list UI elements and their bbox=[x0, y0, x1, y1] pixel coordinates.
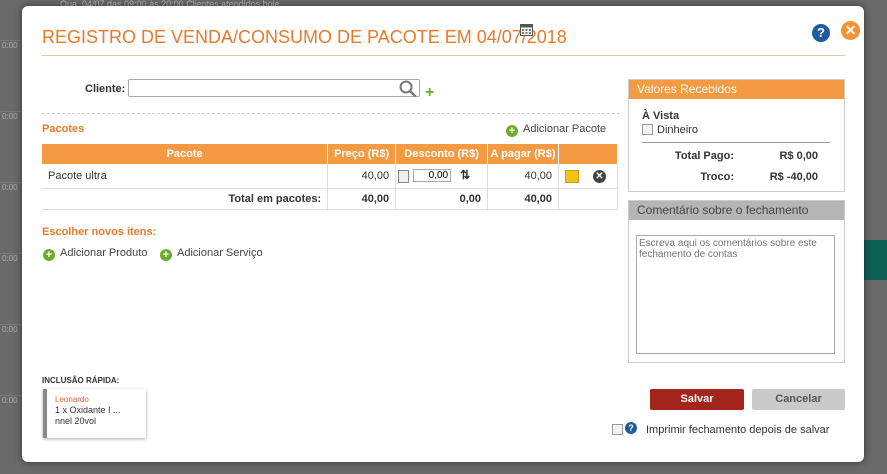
add-servico-label: Adicionar Serviço bbox=[177, 247, 263, 259]
a-vista-label: À Vista bbox=[642, 110, 680, 122]
quick-add-label: INCLUSÃO RÁPIDA: bbox=[42, 376, 120, 385]
backdrop-time: 0:00 bbox=[0, 40, 22, 111]
total-price: 40,00 bbox=[327, 188, 397, 210]
comentario-panel: Comentário sobre o fechamento bbox=[628, 200, 845, 363]
add-servico-button[interactable]: + Adicionar Serviço bbox=[160, 247, 263, 261]
sale-dialog: REGISTRO DE VENDA/CONSUMO DE PACOTE EM 0… bbox=[22, 6, 864, 462]
comentario-textarea[interactable] bbox=[636, 235, 835, 354]
backdrop-event-block bbox=[862, 240, 887, 280]
total-pago-value: R$ 0,00 bbox=[779, 150, 818, 162]
save-button[interactable]: Salvar bbox=[650, 389, 744, 410]
column-header bbox=[558, 144, 618, 164]
plus-icon: + bbox=[506, 125, 518, 137]
valores-divider bbox=[642, 142, 830, 143]
pacote-to-pay: 40,00 bbox=[487, 164, 559, 189]
quick-add-card[interactable]: Leonardo 1 x Oxidante I ... nnel 20vol bbox=[43, 389, 146, 438]
total-row: Total em pacotes: 40,00 0,00 40,00 bbox=[42, 188, 618, 210]
remove-icon[interactable]: ✕ bbox=[593, 169, 606, 183]
plus-icon: + bbox=[43, 249, 55, 261]
backdrop-time: 0:00 bbox=[0, 324, 22, 395]
backdrop-time: 0:00 bbox=[0, 395, 22, 466]
column-header: Pacote bbox=[42, 144, 329, 164]
row-actions: ✕ bbox=[558, 164, 618, 189]
calendar-icon[interactable] bbox=[520, 23, 533, 36]
dinheiro-checkbox[interactable] bbox=[642, 124, 653, 135]
folder-icon[interactable] bbox=[565, 169, 579, 183]
column-header: Preço (R$) bbox=[327, 144, 397, 164]
help-icon[interactable]: ? bbox=[812, 24, 830, 42]
print-label: Imprimir fechamento depois de salvar bbox=[646, 424, 830, 436]
troco-label: Troco: bbox=[700, 171, 734, 183]
print-checkbox[interactable] bbox=[612, 424, 623, 435]
troco-value: R$ -40,00 bbox=[769, 171, 818, 183]
close-icon[interactable]: ✕ bbox=[841, 21, 860, 40]
pacotes-label: Pacotes bbox=[42, 123, 85, 135]
quick-card-line: 1 x Oxidante I ... bbox=[55, 405, 121, 415]
pacote-price: 40,00 bbox=[327, 164, 397, 189]
table-header-row: Pacote Preço (R$) Desconto (R$) A pagar … bbox=[42, 144, 618, 164]
novos-itens-label: Escolher novos itens: bbox=[42, 226, 157, 238]
dialog-title: REGISTRO DE VENDA/CONSUMO DE PACOTE EM 0… bbox=[42, 27, 567, 47]
total-label: Total em pacotes: bbox=[42, 188, 329, 210]
quick-card-line: nnel 20vol bbox=[55, 416, 97, 426]
cliente-label: Cliente: bbox=[85, 83, 126, 95]
table-row: Pacote ultra 40,00 ⇅ 40,00 ✕ bbox=[42, 164, 618, 189]
comentario-title: Comentário sobre o fechamento bbox=[629, 201, 844, 220]
backdrop-time: 0:00 bbox=[0, 253, 22, 324]
dinheiro-label: Dinheiro bbox=[657, 124, 698, 136]
quick-card-professional: Leonardo bbox=[55, 395, 89, 404]
search-icon[interactable] bbox=[399, 80, 417, 98]
pacote-discount-cell: ⇅ bbox=[395, 164, 489, 189]
help-icon[interactable]: ? bbox=[625, 422, 637, 434]
valores-title: Valores Recebidos bbox=[629, 80, 844, 99]
discount-input[interactable] bbox=[413, 169, 452, 182]
total-discount: 0,00 bbox=[395, 188, 489, 210]
backdrop-time: 0:00 bbox=[0, 111, 22, 182]
add-pacote-button[interactable]: + Adicionar Pacote bbox=[506, 123, 606, 137]
dashed-divider bbox=[42, 113, 620, 114]
pacotes-table: Pacote Preço (R$) Desconto (R$) A pagar … bbox=[42, 144, 618, 210]
add-produto-label: Adicionar Produto bbox=[60, 247, 148, 259]
cancel-button[interactable]: Cancelar bbox=[752, 389, 845, 410]
add-client-icon[interactable]: + bbox=[425, 85, 434, 101]
column-header: A pagar (R$) bbox=[487, 144, 559, 164]
total-pago-label: Total Pago: bbox=[674, 150, 734, 162]
backdrop-time-column: 0:00 0:00 0:00 0:00 0:00 0:00 bbox=[0, 40, 22, 466]
pacote-name: Pacote ultra bbox=[42, 164, 329, 189]
backdrop-time: 0:00 bbox=[0, 182, 22, 253]
title-divider bbox=[42, 55, 845, 56]
plus-icon: + bbox=[160, 249, 172, 261]
column-header: Desconto (R$) bbox=[395, 144, 489, 164]
add-pacote-label: Adicionar Pacote bbox=[523, 123, 607, 135]
swap-arrows-icon[interactable]: ⇅ bbox=[460, 168, 470, 182]
total-to-pay: 40,00 bbox=[487, 188, 559, 210]
cliente-input[interactable] bbox=[128, 79, 420, 97]
calculator-icon[interactable] bbox=[398, 170, 410, 183]
valores-panel: Valores Recebidos À Vista Dinheiro Total… bbox=[628, 79, 845, 192]
add-produto-button[interactable]: + Adicionar Produto bbox=[43, 247, 147, 261]
